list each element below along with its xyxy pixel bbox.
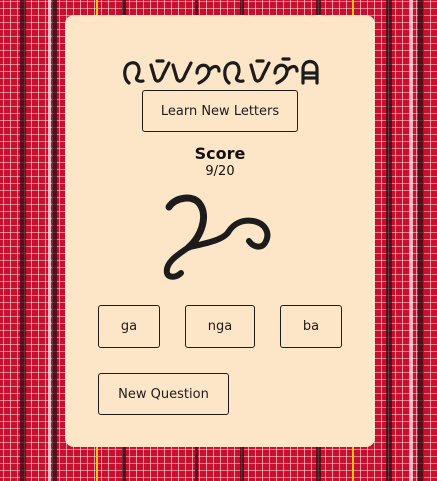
quiz-card: Learn New Letters Score 9/20 ga nga ba N… xyxy=(65,15,375,447)
learn-new-letters-button[interactable]: Learn New Letters xyxy=(142,90,298,132)
background-stripe xyxy=(48,0,51,481)
new-question-button[interactable]: New Question xyxy=(98,373,229,415)
background-stripe xyxy=(52,0,57,481)
background-stripe xyxy=(418,0,424,481)
baybayin-question-glyph-icon xyxy=(163,194,271,280)
background-stripe xyxy=(410,0,413,481)
answer-option-ba[interactable]: ba xyxy=(280,305,342,348)
baybayin-title-icon xyxy=(123,57,319,85)
answer-option-ga[interactable]: ga xyxy=(98,305,160,348)
score-label: Score xyxy=(194,144,246,163)
background-stripe xyxy=(386,0,392,481)
background-stripe xyxy=(20,0,26,481)
answer-option-nga[interactable]: nga xyxy=(185,305,255,348)
score-value: 9/20 xyxy=(205,164,235,179)
